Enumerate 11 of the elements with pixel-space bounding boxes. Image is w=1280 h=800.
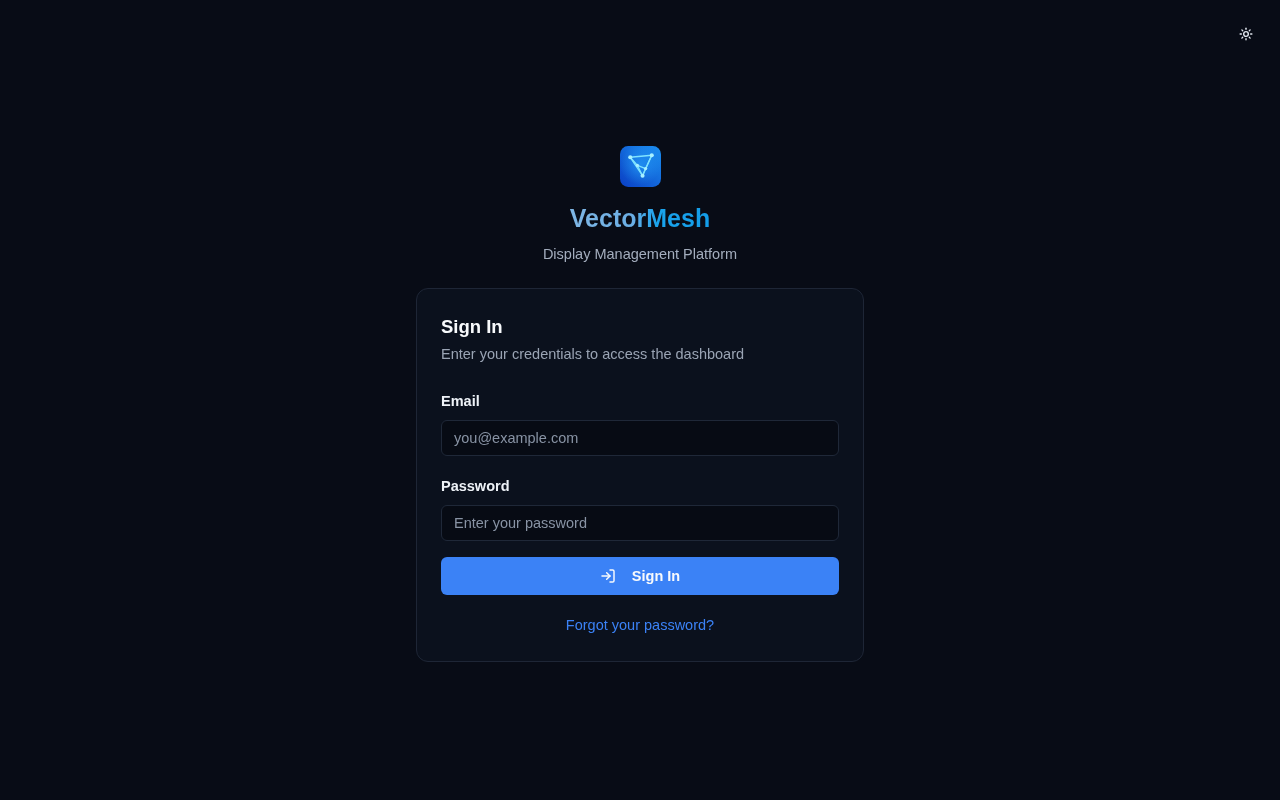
forgot-password-link[interactable]: Forgot your password? (565, 615, 715, 635)
field-label: Email (441, 392, 480, 411)
card-subtitle: Enter your credentials to access the dashboard (441, 345, 746, 364)
input-field[interactable]: you@example.com (441, 420, 839, 456)
sun-icon (1239, 27, 1253, 41)
card-title: Sign In (441, 315, 504, 339)
field-label: Password (441, 477, 510, 496)
login-icon (599, 568, 616, 584)
input-field[interactable]: Enter your password (441, 505, 839, 541)
brand-tagline: Display Management Platform (542, 245, 738, 264)
sign-in-button[interactable]: Sign In (441, 557, 839, 595)
